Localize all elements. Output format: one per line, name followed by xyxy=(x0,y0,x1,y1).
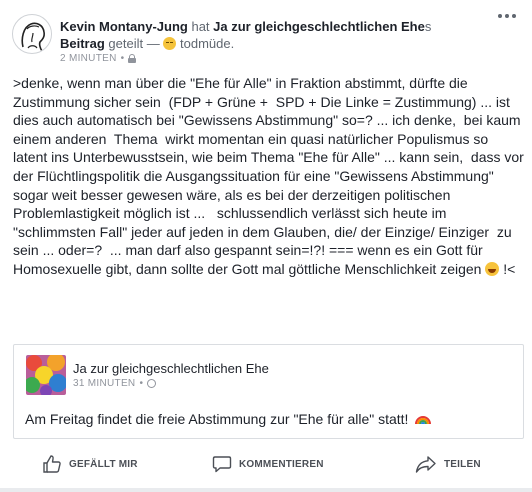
post-meta: 2 MINUTEN • xyxy=(60,53,137,64)
feeling-text: todmüde. xyxy=(180,36,235,51)
post-header-text: Kevin Montany-Jung hat Ja zur gleichgesc… xyxy=(60,18,490,52)
shared-meta-dot: • xyxy=(139,378,144,389)
rainbow-collage-icon xyxy=(26,355,66,395)
post-header: Kevin Montany-Jung hat Ja zur gleichgesc… xyxy=(0,0,532,72)
verb-text: hat xyxy=(191,19,210,34)
post-body: >denke, wenn man über die "Ehe für Alle"… xyxy=(13,74,525,279)
more-options-icon[interactable] xyxy=(498,8,518,24)
globe-icon xyxy=(147,379,157,388)
share-arrow-icon xyxy=(415,456,436,473)
shared-group-name[interactable]: Ja zur gleichgeschlechtlichen Ehe xyxy=(73,361,269,376)
share-label: TEILEN xyxy=(444,458,481,470)
grinning-face-icon xyxy=(485,261,500,276)
comment-label: KOMMENTIEREN xyxy=(239,458,324,470)
comment-icon xyxy=(212,456,232,473)
shared-post-card[interactable]: Ja zur gleichgeschlechtlichen Ehe 31 MIN… xyxy=(13,344,524,439)
sleepy-face-icon xyxy=(163,37,177,50)
profile-sketch-icon xyxy=(21,22,45,52)
post-body-end: !< xyxy=(499,260,516,277)
like-button[interactable]: GEFÄLLT MIR xyxy=(42,452,138,476)
shared-group-avatar[interactable] xyxy=(26,355,66,395)
rainbow-icon xyxy=(415,416,432,425)
meta-dot: • xyxy=(120,53,125,64)
card-divider xyxy=(0,488,532,492)
shared-word: geteilt xyxy=(108,36,144,51)
shared-meta: 31 MINUTEN • xyxy=(73,378,157,389)
comment-button[interactable]: KOMMENTIEREN xyxy=(212,452,324,476)
post-time[interactable]: 2 MINUTEN xyxy=(60,53,117,64)
shared-post-text: Am Freitag findet die freie Abstimmung z… xyxy=(25,411,432,427)
group-link[interactable]: Ja zur gleichgeschlechtlichen Ehe xyxy=(213,19,425,34)
post-body-text: >denke, wenn man über die "Ehe für Alle"… xyxy=(13,75,528,277)
post-actions: GEFÄLLT MIR KOMMENTIEREN TEILEN xyxy=(0,448,532,480)
author-avatar[interactable] xyxy=(12,14,52,54)
group-suffix: s xyxy=(424,19,432,34)
dash: — xyxy=(146,36,160,51)
thumbs-up-icon xyxy=(43,455,61,473)
like-label: GEFÄLLT MIR xyxy=(69,458,138,470)
share-button[interactable]: TEILEN xyxy=(415,452,481,476)
lock-icon[interactable] xyxy=(128,54,137,63)
post-link[interactable]: Beitrag xyxy=(60,36,105,51)
author-name[interactable]: Kevin Montany-Jung xyxy=(60,19,188,34)
shared-time[interactable]: 31 MINUTEN xyxy=(73,378,135,389)
shared-text: Am Freitag findet die freie Abstimmung z… xyxy=(25,411,409,427)
